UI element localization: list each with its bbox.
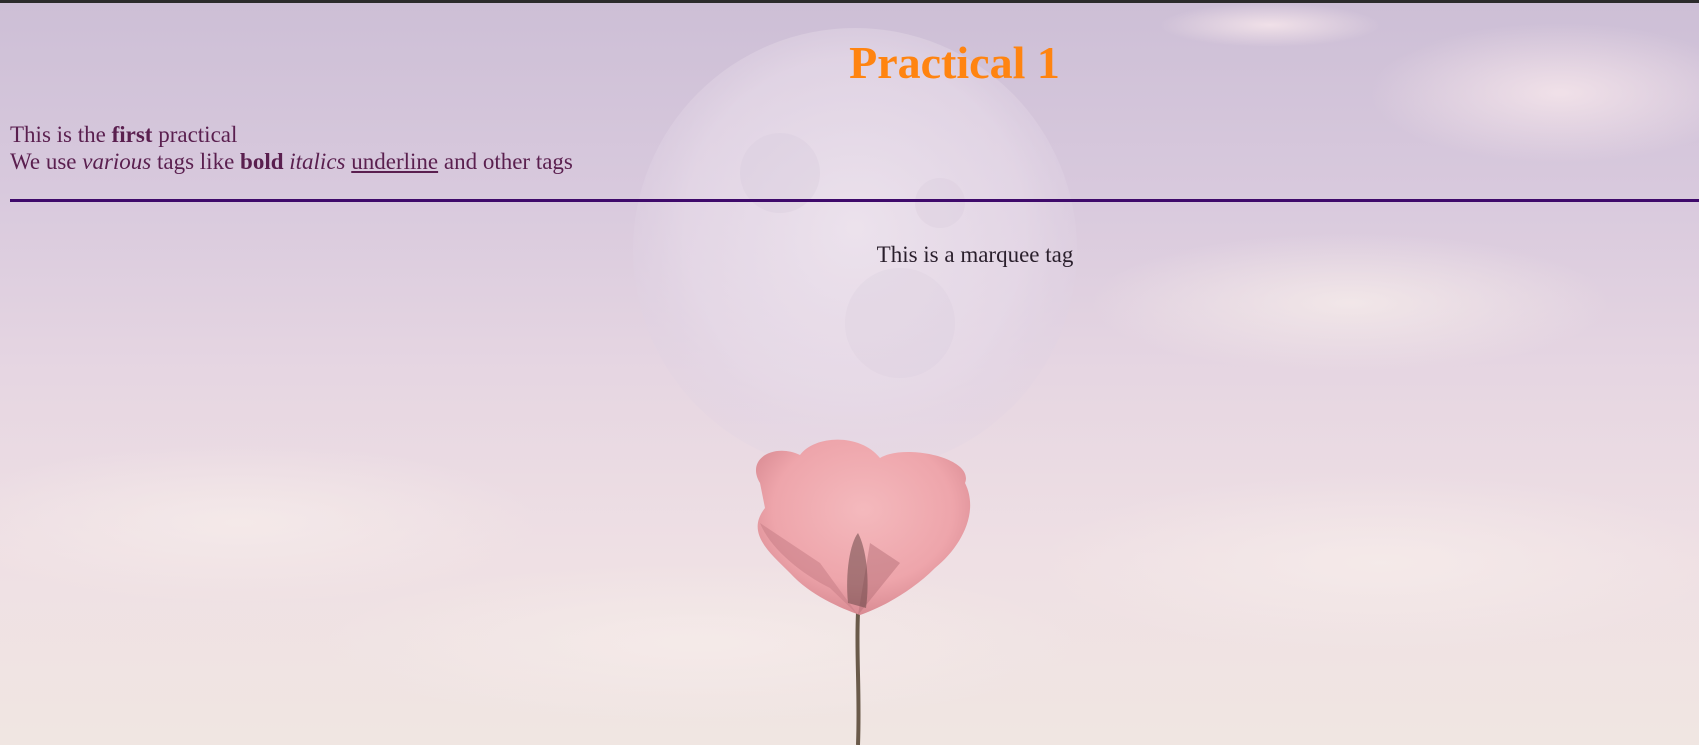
page-title: Practical 1 xyxy=(849,37,1060,88)
intro-line2-end: and other tags xyxy=(438,149,573,174)
intro-line2-mid: tags like xyxy=(151,149,241,174)
page-content: Practical 1 This is the first practical W… xyxy=(0,0,1699,745)
underlined-word: underline xyxy=(351,149,439,174)
marquee-text: This is a marquee tag xyxy=(876,242,1074,267)
intro-paragraph: This is the first practical We use variou… xyxy=(10,121,573,175)
italic-word-italics: italics xyxy=(289,149,346,174)
intro-line1-start: This is the xyxy=(10,122,112,147)
intro-line1-end: practical xyxy=(152,122,238,147)
horizontal-rule xyxy=(10,199,1699,202)
bold-word-bold: bold xyxy=(240,149,284,174)
intro-line2-start: We use xyxy=(10,149,83,174)
italic-word-various: various xyxy=(82,149,152,174)
bold-word-first: first xyxy=(111,122,153,147)
